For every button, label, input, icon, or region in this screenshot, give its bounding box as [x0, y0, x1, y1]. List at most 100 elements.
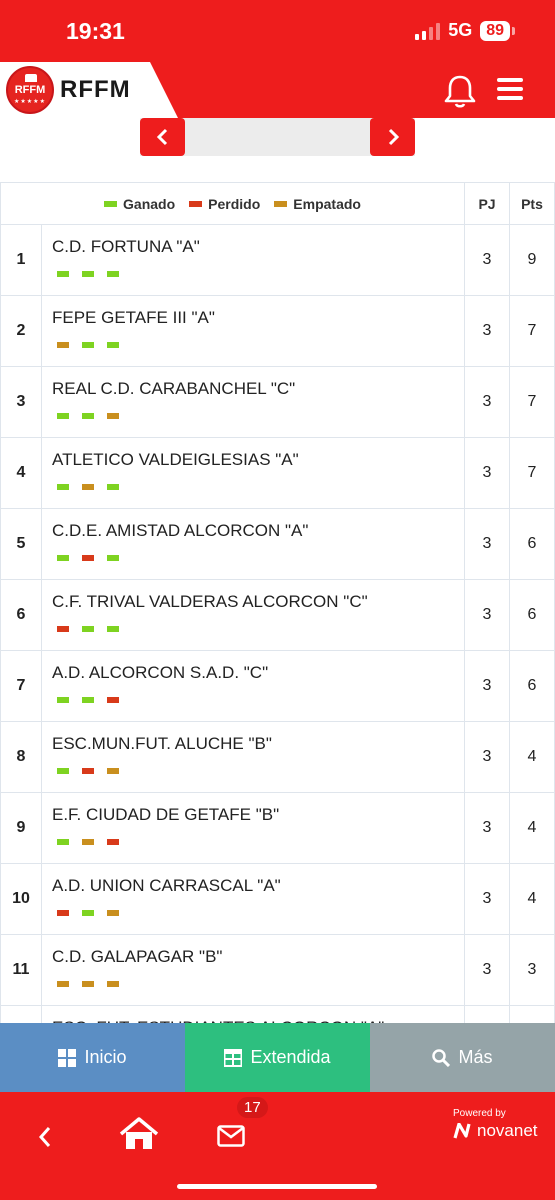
team-cell[interactable]: C.D. GALAPAGAR "B": [41, 934, 465, 1006]
form-result-marker: [57, 413, 69, 419]
team-name[interactable]: ESC.MUN.FUT. ALUCHE "B": [52, 734, 464, 754]
powered-by: Powered by: [453, 1108, 506, 1119]
team-name[interactable]: C.F. TRIVAL VALDERAS ALCORCON "C": [52, 592, 464, 612]
bottom-tabs: Inicio Extendida Más: [0, 1023, 555, 1092]
team-name[interactable]: A.D. UNION CARRASCAL "A": [52, 876, 464, 896]
tab-inicio-label: Inicio: [84, 1047, 127, 1067]
table-row[interactable]: 4 ATLETICO VALDEIGLESIAS "A" 3 7: [0, 437, 555, 509]
played-cell: 3: [464, 721, 510, 793]
team-name[interactable]: C.D. FORTUNA "A": [52, 237, 464, 257]
team-cell[interactable]: C.D.E. AMISTAD ALCORCON "A": [41, 508, 465, 580]
position-cell: 6: [0, 579, 42, 651]
table-icon: [224, 1048, 243, 1067]
recent-form: [57, 697, 464, 703]
table-row[interactable]: 2 FEPE GETAFE III "A" 3 7: [0, 295, 555, 367]
recent-form: [57, 555, 464, 561]
form-result-marker: [82, 413, 94, 419]
team-name[interactable]: A.D. ALCORCON S.A.D. "C": [52, 663, 464, 683]
tab-inicio[interactable]: Inicio: [0, 1023, 185, 1092]
team-cell[interactable]: REAL C.D. CARABANCHEL "C": [41, 366, 465, 438]
status-indicators: 5G 89: [415, 20, 515, 41]
table-row[interactable]: 8 ESC.MUN.FUT. ALUCHE "B" 3 4: [0, 721, 555, 793]
table-row[interactable]: 3 REAL C.D. CARABANCHEL "C" 3 7: [0, 366, 555, 438]
prev-round-button[interactable]: [140, 118, 185, 156]
position-cell: 8: [0, 721, 42, 793]
table-row[interactable]: 9 E.F. CIUDAD DE GETAFE "B" 3 4: [0, 792, 555, 864]
points-cell: 7: [509, 295, 555, 367]
status-time: 19:31: [66, 18, 125, 44]
form-result-marker: [82, 484, 94, 490]
table-row[interactable]: 10 A.D. UNION CARRASCAL "A" 3 4: [0, 863, 555, 935]
logo[interactable]: RFFM ★★★★★ RFFM: [0, 62, 178, 118]
form-result-marker: [57, 768, 69, 774]
team-name[interactable]: FEPE GETAFE III "A": [52, 308, 464, 328]
back-icon[interactable]: [36, 1124, 54, 1150]
logo-badge: RFFM ★★★★★: [6, 66, 54, 114]
next-round-button[interactable]: [370, 118, 415, 156]
team-cell[interactable]: A.D. ALCORCON S.A.D. "C": [41, 650, 465, 722]
standings-table: Ganado Perdido Empatado PJ Pts 1 C.D. FOR…: [0, 182, 555, 1077]
battery-icon: 89: [480, 20, 515, 41]
team-name[interactable]: ATLETICO VALDEIGLESIAS "A": [52, 450, 464, 470]
tab-extendida[interactable]: Extendida: [185, 1023, 370, 1092]
form-result-marker: [82, 768, 94, 774]
points-cell: 6: [509, 508, 555, 580]
tab-mas[interactable]: Más: [370, 1023, 555, 1092]
team-name[interactable]: C.D. GALAPAGAR "B": [52, 947, 464, 967]
points-cell: 7: [509, 437, 555, 509]
position-cell: 2: [0, 295, 42, 367]
played-cell: 3: [464, 224, 510, 296]
col-header-pj: PJ: [464, 182, 510, 225]
form-result-marker: [57, 981, 69, 987]
novanet-brand[interactable]: novanet: [453, 1121, 538, 1141]
team-cell[interactable]: A.D. UNION CARRASCAL "A": [41, 863, 465, 935]
page: 19:31 5G 89 RFFM ★★★★★ RFFM Ganado Perdi…: [0, 0, 555, 1200]
position-cell: 7: [0, 650, 42, 722]
team-cell[interactable]: E.F. CIUDAD DE GETAFE "B": [41, 792, 465, 864]
position-cell: 3: [0, 366, 42, 438]
menu-icon[interactable]: [497, 78, 523, 100]
team-name[interactable]: C.D.E. AMISTAD ALCORCON "A": [52, 521, 464, 541]
team-cell[interactable]: ESC.MUN.FUT. ALUCHE "B": [41, 721, 465, 793]
chevron-left-icon: [156, 128, 167, 146]
team-cell[interactable]: ATLETICO VALDEIGLESIAS "A": [41, 437, 465, 509]
position-cell: 1: [0, 224, 42, 296]
novanet-logo-icon: [453, 1123, 471, 1139]
points-cell: 4: [509, 721, 555, 793]
team-name[interactable]: E.F. CIUDAD DE GETAFE "B": [52, 805, 464, 825]
recent-form: [57, 910, 464, 916]
table-row[interactable]: 5 C.D.E. AMISTAD ALCORCON "A" 3 6: [0, 508, 555, 580]
legend-won: Ganado: [104, 196, 175, 212]
form-result-marker: [107, 768, 119, 774]
team-name[interactable]: REAL C.D. CARABANCHEL "C": [52, 379, 464, 399]
form-result-marker: [57, 910, 69, 916]
table-row[interactable]: 6 C.F. TRIVAL VALDERAS ALCORCON "C" 3 6: [0, 579, 555, 651]
points-cell: 9: [509, 224, 555, 296]
played-cell: 3: [464, 295, 510, 367]
mail-icon[interactable]: [217, 1125, 245, 1147]
search-icon: [432, 1048, 451, 1067]
team-cell[interactable]: C.F. TRIVAL VALDERAS ALCORCON "C": [41, 579, 465, 651]
novanet-label: novanet: [477, 1121, 538, 1140]
legend: Ganado Perdido Empatado: [0, 182, 465, 225]
table-row[interactable]: 11 C.D. GALAPAGAR "B" 3 3: [0, 934, 555, 1006]
form-result-marker: [107, 839, 119, 845]
form-result-marker: [107, 555, 119, 561]
played-cell: 3: [464, 366, 510, 438]
recent-form: [57, 839, 464, 845]
table-row[interactable]: 7 A.D. ALCORCON S.A.D. "C" 3 6: [0, 650, 555, 722]
team-cell[interactable]: FEPE GETAFE III "A": [41, 295, 465, 367]
form-result-marker: [107, 484, 119, 490]
team-cell[interactable]: C.D. FORTUNA "A": [41, 224, 465, 296]
mail-count-badge: 17: [237, 1097, 268, 1118]
form-result-marker: [107, 910, 119, 916]
legend-drawn: Empatado: [274, 196, 361, 212]
logo-text: RFFM: [60, 76, 131, 103]
form-result-marker: [82, 626, 94, 632]
recent-form: [57, 413, 464, 419]
table-row[interactable]: 1 C.D. FORTUNA "A" 3 9: [0, 224, 555, 296]
position-cell: 9: [0, 792, 42, 864]
form-result-marker: [57, 484, 69, 490]
home-icon[interactable]: [119, 1117, 159, 1151]
bell-icon[interactable]: [444, 74, 476, 108]
